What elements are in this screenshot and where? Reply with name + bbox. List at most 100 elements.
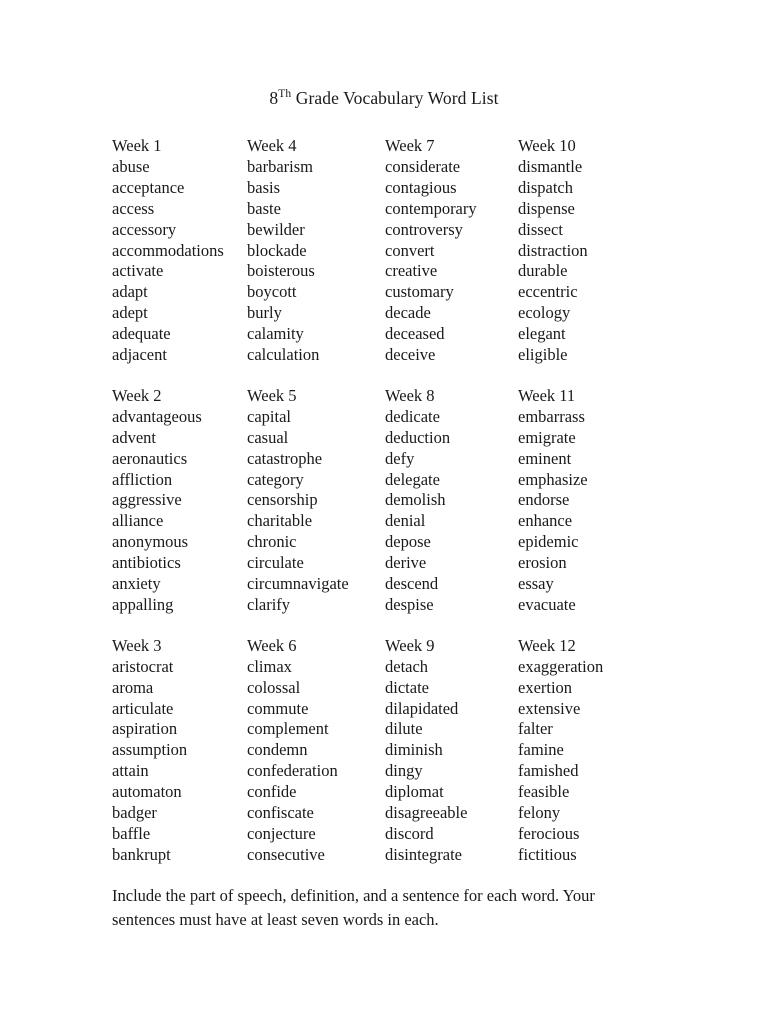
vocabulary-word: complement [247,719,329,739]
week-heading: Week 12 [518,635,576,655]
vocabulary-word: catastrophe [247,448,323,468]
vocabulary-word: attain [112,761,149,781]
week-column-week-9: Week 9 detach dictate dilapidated dilute dimi… [385,636,523,866]
page-title-ordinal-suffix: Th [278,88,292,101]
document-page: 8Th Grade Vocabulary Word List Week 1 abu… [0,0,768,1024]
vocabulary-word: dissect [518,219,563,239]
vocabulary-word: burly [247,303,282,323]
vocabulary-word: affliction [112,469,173,489]
vocabulary-word: aggressive [112,490,182,510]
vocabulary-word: deceive [385,345,436,365]
vocabulary-word: access [112,198,155,218]
week-heading: Week 10 [518,136,576,155]
vocabulary-word: casual [247,427,289,447]
vocabulary-word: dedicate [385,406,440,426]
week-block-row: Week 1 abuse acceptance access accessory acco… [112,136,672,366]
vocabulary-word: capital [247,406,291,426]
vocabulary-word: conjecture [247,823,316,843]
vocabulary-word: commute [247,698,309,718]
vocabulary-word: dispatch [518,177,573,197]
vocabulary-word: epidemic [518,532,579,552]
vocabulary-word: discord [385,823,434,843]
vocabulary-word: activate [112,261,164,281]
vocabulary-word: ecology [518,303,571,323]
vocabulary-word: defy [385,448,415,468]
vocabulary-word: convert [385,240,435,260]
vocabulary-word: basis [247,177,280,197]
vocabulary-word: automaton [112,782,182,802]
vocabulary-word: boycott [247,282,297,302]
vocabulary-word: denial [385,511,426,531]
vocabulary-word: creative [385,261,438,281]
week-column-week-8: Week 8 dedicate deduction defy delegate demol… [385,386,523,616]
vocabulary-word: contemporary [385,198,477,218]
vocabulary-word: aroma [112,677,154,697]
vocabulary-word: calamity [247,324,304,344]
vocabulary-word: dilute [385,719,423,739]
week-block-row: Week 3 aristocrat aroma articulate aspiratio… [112,636,672,866]
vocabulary-word: enhance [518,511,573,531]
week-column-week-7: Week 7 considerate contagious contemporary c… [385,136,523,366]
vocabulary-word: anonymous [112,532,189,552]
vocabulary-word: adequate [112,324,171,344]
vocabulary-word: bewilder [247,219,305,239]
vocabulary-word: appalling [112,594,174,614]
week-heading: Week 5 [247,385,297,405]
week-heading: Week 3 [112,635,162,655]
week-column-week-1: Week 1 abuse acceptance access accessory acco… [112,136,252,366]
vocabulary-word: acceptance [112,177,185,197]
vocabulary-word: eligible [518,345,568,365]
vocabulary-word: derive [385,553,427,573]
vocabulary-word: assumption [112,740,188,760]
vocabulary-word: calculation [247,345,320,365]
vocabulary-word: falter [518,719,553,739]
week-heading: Week 11 [518,385,576,405]
week-heading: Week 1 [112,136,162,155]
vocabulary-word: feasible [518,782,570,802]
assignment-instructions: Include the part of speech, definition, … [112,886,595,929]
vocabulary-word: alliance [112,511,164,531]
vocabulary-word: depose [385,532,431,552]
vocabulary-word: emigrate [518,427,576,447]
vocabulary-word: advantageous [112,406,202,426]
vocabulary-word: category [247,469,304,489]
vocabulary-word: aeronautics [112,448,188,468]
vocabulary-word: condemn [247,740,308,760]
week-column-week-5: Week 5 capital casual catastrophe category ce… [247,386,389,616]
vocabulary-word: emphasize [518,469,588,489]
vocabulary-word: demolish [385,490,446,510]
week-column-week-4: Week 4 barbarism basis baste bewilder blockad… [247,136,389,366]
week-heading: Week 9 [385,635,435,655]
vocabulary-word: accessory [112,219,177,239]
vocabulary-word: chronic [247,532,297,552]
vocabulary-word: adapt [112,282,148,302]
vocabulary-word: diplomat [385,782,444,802]
vocabulary-word: endorse [518,490,570,510]
vocabulary-word: bankrupt [112,844,171,864]
vocabulary-word: adjacent [112,345,167,365]
vocabulary-word: evacuate [518,594,576,614]
week-column-week-12: Week 12 exaggeration exertion extensive falt… [518,636,672,866]
vocabulary-word: disagreeable [385,803,468,823]
vocabulary-word: dictate [385,677,429,697]
week-heading: Week 4 [247,136,297,155]
vocabulary-word: accommodations [112,240,224,260]
vocabulary-word: baffle [112,823,151,843]
vocabulary-word: extensive [518,698,581,718]
vocabulary-word: diminish [385,740,443,760]
vocabulary-word: delegate [385,469,440,489]
vocabulary-word: famished [518,761,579,781]
week-column-week-10: Week 10 dismantle dispatch dispense dissect d… [518,136,672,366]
vocabulary-word: deceased [385,324,445,344]
vocabulary-word: exaggeration [518,656,604,676]
vocabulary-word: dispense [518,198,575,218]
vocabulary-word: disintegrate [385,844,462,864]
vocabulary-word: durable [518,261,568,281]
vocabulary-word: erosion [518,553,567,573]
page-title-rest: Grade Vocabulary Word List [291,88,499,108]
week-column-week-11: Week 11 embarrass emigrate eminent emphasize… [518,386,672,616]
vocabulary-word: censorship [247,490,318,510]
vocabulary-word: distraction [518,240,588,260]
vocabulary-word: climax [247,656,292,676]
vocabulary-word: antibiotics [112,553,181,573]
